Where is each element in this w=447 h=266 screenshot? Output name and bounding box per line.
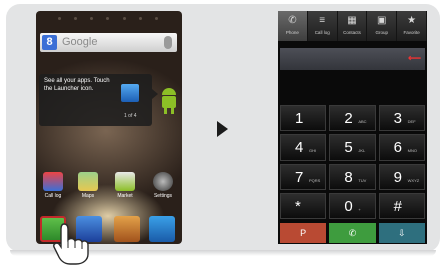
download-icon: ⇩ (398, 228, 406, 238)
settings-app-icon[interactable] (153, 172, 173, 191)
contacts-icon: ▦ (347, 15, 357, 26)
tab-favorite[interactable]: ★ Favorite (397, 11, 427, 41)
key-6[interactable]: 6 MNO (378, 134, 425, 161)
key-digit: 1 (295, 110, 304, 127)
key-letters: PQRS (309, 177, 321, 183)
key-letters: JKL (358, 148, 366, 154)
google-logo-icon: 8 (42, 35, 57, 50)
next-step-arrow-icon (217, 121, 228, 137)
tab-group[interactable]: ▣ Group (367, 11, 398, 41)
key-digit: 9 (393, 168, 402, 186)
key-digit: 0 (344, 197, 353, 215)
hand-pointer-icon (53, 223, 89, 265)
tab-label: Call log (314, 30, 330, 35)
dialer-screen: ✆ Phone ≡ Call log ▦ Contacts ▣ Group ★ … (278, 11, 427, 244)
key-3[interactable]: 3 DEF (378, 105, 425, 132)
app-label: Market (117, 193, 133, 199)
key-digit: * (295, 197, 301, 215)
tab-label: Contacts (343, 30, 361, 35)
maps-app-icon[interactable] (78, 172, 98, 191)
app-label: Maps (81, 193, 95, 199)
market-app-icon[interactable] (115, 172, 135, 191)
key-letters: DEF (407, 119, 416, 124)
key-digit: # (393, 197, 402, 215)
launcher-icon (121, 84, 139, 102)
tab-label: Phone (285, 30, 299, 35)
key-4[interactable]: 4 GHI (280, 134, 327, 161)
search-placeholder: Google (62, 36, 98, 48)
star-icon: ★ (407, 15, 417, 26)
key-star[interactable]: * (280, 192, 327, 219)
key-letters: WXYZ (407, 177, 420, 183)
add-contact-button[interactable]: ⇩ (378, 223, 425, 243)
key-8[interactable]: 8 TUV (329, 163, 376, 190)
key-digit: 8 (344, 168, 353, 186)
key-digit: 3 (393, 110, 402, 127)
key-0[interactable]: 0 + (329, 192, 376, 219)
key-digit: 6 (393, 139, 402, 157)
list-icon: ≡ (319, 15, 326, 26)
key-9[interactable]: 9 WXYZ (378, 163, 425, 190)
key-letters: + (358, 206, 361, 212)
key-hash[interactable]: # (378, 192, 425, 219)
key-digit: 4 (295, 139, 304, 157)
tab-label: Group (375, 30, 389, 35)
home-shortcuts: Call log Maps Market Settings (36, 172, 182, 202)
google-search-bar[interactable]: 8 Google (40, 33, 177, 52)
tab-call-log[interactable]: ≡ Call log (308, 11, 338, 41)
key-letters: MNO (407, 148, 417, 154)
tab-label: Favorite (403, 30, 420, 35)
tip-pointer (152, 89, 158, 99)
key-2[interactable]: 2 ABC (329, 105, 376, 132)
number-input-field[interactable]: ⟵ (280, 48, 425, 70)
launcher-tip-popup: See all your apps. Touch the Launcher ic… (39, 74, 152, 126)
app-label: Call log (44, 193, 62, 199)
app-label: Settings (153, 193, 173, 199)
home-screen: 8 Google See all your apps. Touch the La… (36, 11, 182, 244)
call-icon: ✆ (348, 228, 357, 238)
dial-keypad: 1 2 ABC 3 DEF 4 GHI 5 JKL 6 MNO 7 PQRS 8 TUV 9W… (280, 105, 425, 219)
tab-phone[interactable]: ✆ Phone (278, 11, 308, 41)
key-5[interactable]: 5 JKL (329, 134, 376, 161)
key-7[interactable]: 7 PQRS (280, 163, 327, 190)
android-robot-icon[interactable] (160, 86, 178, 116)
pause-button[interactable]: P (280, 223, 327, 243)
key-digit: 2 (344, 110, 353, 127)
page-indicator (58, 17, 158, 21)
contacts-dock-icon[interactable] (114, 216, 140, 242)
key-digit: 7 (295, 168, 304, 186)
call-button[interactable]: ✆ (329, 223, 376, 243)
menu-dock-icon[interactable] (149, 216, 175, 242)
phone-icon: ✆ (288, 15, 297, 26)
tip-page-count: 1 of 4 (124, 113, 137, 119)
dialer-actions: P ✆ ⇩ (280, 223, 425, 243)
tab-contacts[interactable]: ▦ Contacts (338, 11, 368, 41)
key-letters: ABC (358, 119, 367, 124)
tip-text: See all your apps. Touch the Launcher ic… (44, 78, 110, 92)
key-digit: 5 (344, 139, 353, 157)
key-letters: TUV (358, 177, 367, 183)
pause-label: P (300, 228, 307, 238)
backspace-icon[interactable]: ⟵ (408, 54, 421, 63)
group-icon: ▣ (377, 15, 387, 26)
mic-icon[interactable] (164, 36, 172, 49)
dialer-tabs: ✆ Phone ≡ Call log ▦ Contacts ▣ Group ★ … (278, 11, 427, 41)
key-letters: GHI (309, 148, 317, 154)
call-log-app-icon[interactable] (43, 172, 63, 191)
key-1[interactable]: 1 (280, 105, 327, 132)
